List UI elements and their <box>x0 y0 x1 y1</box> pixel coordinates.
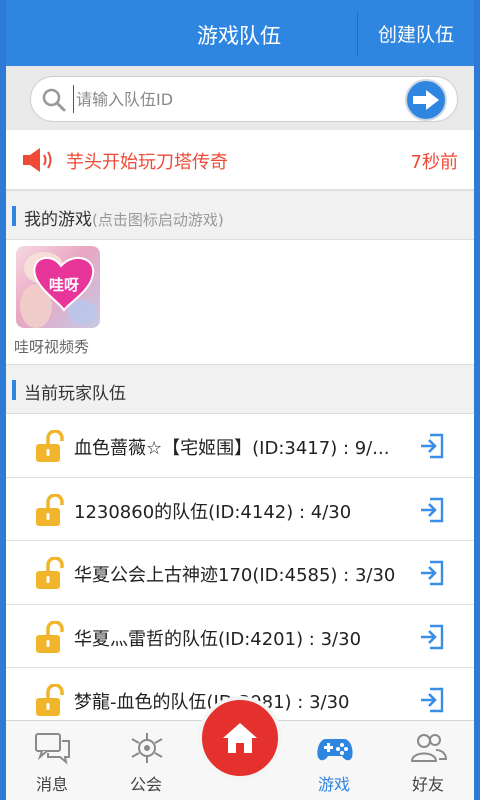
my-games-hint: (点击图标启动游戏) <box>92 211 224 229</box>
my-games-grid: 哇呀 哇呀视频秀 <box>6 240 474 362</box>
join-icon[interactable] <box>418 432 446 460</box>
nav-label: 公会 <box>129 775 162 794</box>
notice-text: 芋头开始玩刀塔传奇 <box>66 152 228 173</box>
nav-messages[interactable]: 消息 <box>12 721 92 800</box>
game-tile[interactable]: 哇呀 哇呀视频秀 <box>14 246 104 357</box>
search-bar <box>6 66 474 130</box>
join-icon[interactable] <box>418 559 446 587</box>
search-box <box>30 76 458 122</box>
frame-right-edge <box>474 0 480 800</box>
team-name: 华夏公会上古神迹170(ID:4585) : 3/30 <box>74 565 396 586</box>
guild-icon <box>131 733 163 763</box>
notice-banner[interactable]: 芋头开始玩刀塔传奇 7秒前 <box>6 130 474 190</box>
notice-time: 7秒前 <box>410 152 458 173</box>
teams-header: 当前玩家队伍 <box>6 364 474 414</box>
nav-label: 好友 <box>411 775 444 794</box>
gamepad-icon <box>317 739 353 761</box>
friends-icon <box>410 734 448 762</box>
my-games-title: 我的游戏 <box>24 210 92 230</box>
unlock-icon <box>36 493 64 526</box>
game-badge-text: 哇呀 <box>49 276 79 294</box>
teams-title: 当前玩家队伍 <box>24 384 126 404</box>
nav-games[interactable]: 游戏 <box>294 721 374 800</box>
team-name: 血色蔷薇☆【宅姬围】(ID:3417) : 9/... <box>74 438 390 459</box>
section-accent-bar <box>12 380 16 400</box>
nav-guild[interactable]: 公会 <box>106 721 186 800</box>
unlock-icon <box>36 430 64 462</box>
join-icon[interactable] <box>418 496 446 524</box>
home-button[interactable] <box>198 696 282 780</box>
unlock-icon <box>36 684 64 716</box>
section-title: 我的游戏(点击图标启动游戏) <box>24 205 224 230</box>
team-list: 血色蔷薇☆【宅姬围】(ID:3417) : 9/... 1230860的队伍(I… <box>6 414 474 732</box>
game-name: 哇呀视频秀 <box>14 338 90 356</box>
arrow-right-icon <box>413 90 439 110</box>
nav-friends[interactable]: 好友 <box>388 721 468 800</box>
speaker-icon <box>23 148 52 172</box>
game-art: 哇呀 <box>20 252 96 328</box>
home-icon <box>223 723 257 753</box>
team-row[interactable]: 华夏公会上古神迹170(ID:4585) : 3/30 <box>6 541 474 605</box>
create-team-button[interactable]: 创建队伍 <box>358 0 474 66</box>
game-icon: 哇呀 <box>16 246 100 328</box>
nav-label: 消息 <box>35 775 68 794</box>
frame-left-edge <box>0 0 6 800</box>
chat-icon <box>35 733 70 765</box>
search-icon <box>42 88 66 112</box>
section-accent-bar <box>12 206 16 226</box>
search-go-button[interactable] <box>405 79 447 121</box>
join-icon[interactable] <box>418 686 446 714</box>
team-name: 华夏灬雷哲的队伍(ID:4201) : 3/30 <box>74 628 362 650</box>
join-icon[interactable] <box>418 623 446 651</box>
team-id-input[interactable] <box>73 85 393 113</box>
team-row[interactable]: 血色蔷薇☆【宅姬围】(ID:3417) : 9/... <box>6 414 474 478</box>
team-name: 1230860的队伍(ID:4142) : 4/30 <box>74 501 352 523</box>
nav-label: 游戏 <box>317 775 350 794</box>
team-row[interactable]: 华夏灬雷哲的队伍(ID:4201) : 3/30 <box>6 604 474 668</box>
app-header: 游戏队伍 创建队伍 <box>0 0 480 66</box>
unlock-icon <box>36 557 64 589</box>
my-games-header: 我的游戏(点击图标启动游戏) <box>6 190 474 240</box>
team-row[interactable]: 1230860的队伍(ID:4142) : 4/30 <box>6 477 474 541</box>
unlock-icon <box>36 620 64 653</box>
